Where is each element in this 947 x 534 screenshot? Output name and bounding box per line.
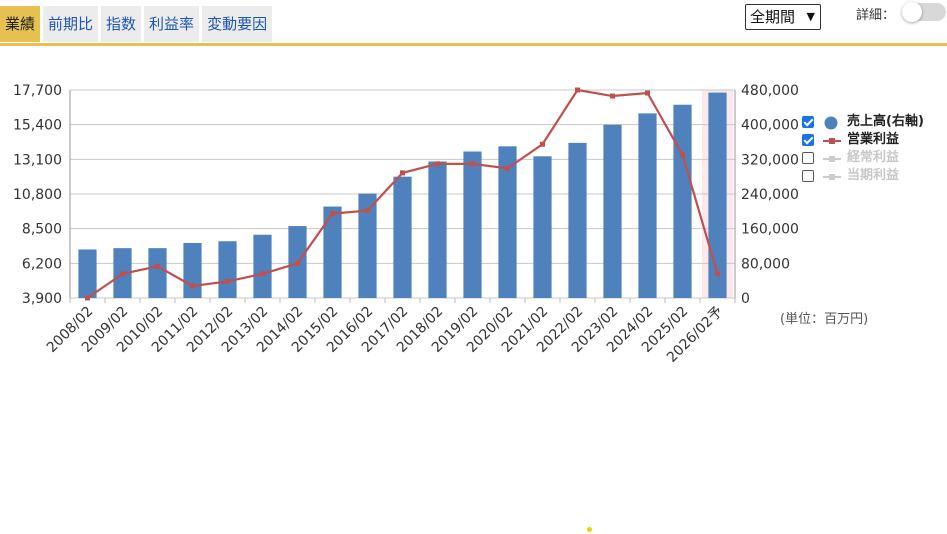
legend-checkbox-2[interactable] [802, 152, 814, 164]
legend-label-3: 当期利益 [847, 168, 900, 183]
legend-checkbox-0[interactable] [802, 116, 814, 128]
legend-item-0[interactable]: 売上高(右軸) [802, 113, 947, 131]
right-tick-label: 0 [741, 291, 750, 307]
point-operating-profit [540, 141, 545, 147]
detail-toggle-label: 詳細： [856, 8, 896, 23]
legend-item-3[interactable]: 当期利益 [802, 167, 947, 185]
point-operating-profit [400, 170, 405, 176]
point-operating-profit [680, 152, 685, 158]
bar-sales [603, 124, 622, 299]
left-tick-label: 3,900 [22, 291, 62, 307]
point-operating-profit [505, 165, 510, 171]
bar-sales [183, 242, 202, 298]
circle-marker-icon [822, 115, 842, 130]
bar-sales [148, 248, 167, 298]
chevron-down-icon: ▼ [806, 10, 815, 23]
bar-sales [218, 241, 237, 298]
legend-checkbox-1[interactable] [802, 134, 814, 146]
period-select-value: 全期間 [750, 8, 796, 26]
tab-bar: 業績 前期比 指数 利益率 変動要因 [0, 6, 273, 44]
line-marker-icon [822, 133, 842, 147]
unit-label: (単位：百万円) [780, 312, 869, 327]
point-operating-profit [155, 263, 160, 269]
legend-label-2: 経常利益 [847, 150, 900, 165]
bar-sales [463, 151, 482, 298]
right-tick-label: 240,000 [741, 187, 799, 203]
bar-sales [638, 113, 657, 299]
legend-label-0: 売上高(右軸) [847, 114, 924, 129]
toggle-knob [902, 2, 922, 22]
left-tick-label: 15,400 [13, 118, 62, 134]
bar-sales [568, 142, 587, 298]
bar-sales [78, 249, 97, 298]
point-operating-profit [190, 283, 195, 289]
bar-sales [708, 92, 727, 298]
tab-3[interactable]: 利益率 [144, 6, 200, 42]
tab-underline [0, 43, 947, 46]
left-tick-label: 13,100 [13, 152, 62, 168]
line-marker-icon [822, 169, 842, 183]
point-operating-profit [330, 211, 335, 217]
legend-item-2[interactable]: 経常利益 [802, 149, 947, 167]
tab-0[interactable]: 業績 [0, 6, 41, 42]
right-tick-label: 480,000 [741, 83, 799, 99]
point-operating-profit [85, 295, 90, 301]
left-tick-label: 6,200 [22, 256, 62, 272]
point-operating-profit [260, 271, 265, 277]
point-operating-profit [575, 87, 580, 93]
bar-sales [673, 104, 692, 298]
bar-sales [323, 206, 342, 298]
line-marker-icon [822, 151, 842, 165]
bar-sales [533, 156, 552, 298]
point-operating-profit [610, 93, 615, 99]
legend-label-1: 営業利益 [847, 132, 900, 147]
point-operating-profit [120, 271, 125, 277]
point-operating-profit [715, 271, 720, 277]
point-operating-profit [435, 161, 440, 167]
point-operating-profit [225, 278, 230, 284]
tab-2[interactable]: 指数 [101, 6, 142, 42]
left-tick-label: 17,700 [13, 83, 62, 99]
left-tick-label: 10,800 [13, 187, 62, 203]
left-tick-label: 8,500 [22, 222, 62, 238]
right-tick-label: 80,000 [741, 256, 790, 272]
point-operating-profit [365, 208, 370, 214]
legend: 売上高(右軸) 営業利益経常利益当期利益 [802, 113, 947, 185]
point-operating-profit [470, 161, 475, 167]
bar-sales [253, 234, 272, 298]
right-tick-label: 320,000 [741, 152, 799, 168]
tab-1[interactable]: 前期比 [43, 6, 99, 42]
chart: 3,900 0 6,200 80,000 8,500 160,000 10,800 240,0… [13, 83, 799, 366]
point-operating-profit [645, 90, 650, 96]
period-select[interactable]: 全期間 ▼ [745, 4, 821, 30]
bar-sales [393, 176, 412, 298]
bar-sales [428, 161, 447, 298]
point-operating-profit [295, 260, 300, 266]
legend-item-1[interactable]: 営業利益 [802, 131, 947, 149]
legend-checkbox-3[interactable] [802, 170, 814, 182]
right-tick-label: 160,000 [741, 222, 799, 238]
right-tick-label: 400,000 [741, 118, 799, 134]
tab-4[interactable]: 変動要因 [202, 6, 273, 42]
indicator-dot [587, 527, 592, 532]
detail-toggle[interactable] [902, 2, 946, 22]
